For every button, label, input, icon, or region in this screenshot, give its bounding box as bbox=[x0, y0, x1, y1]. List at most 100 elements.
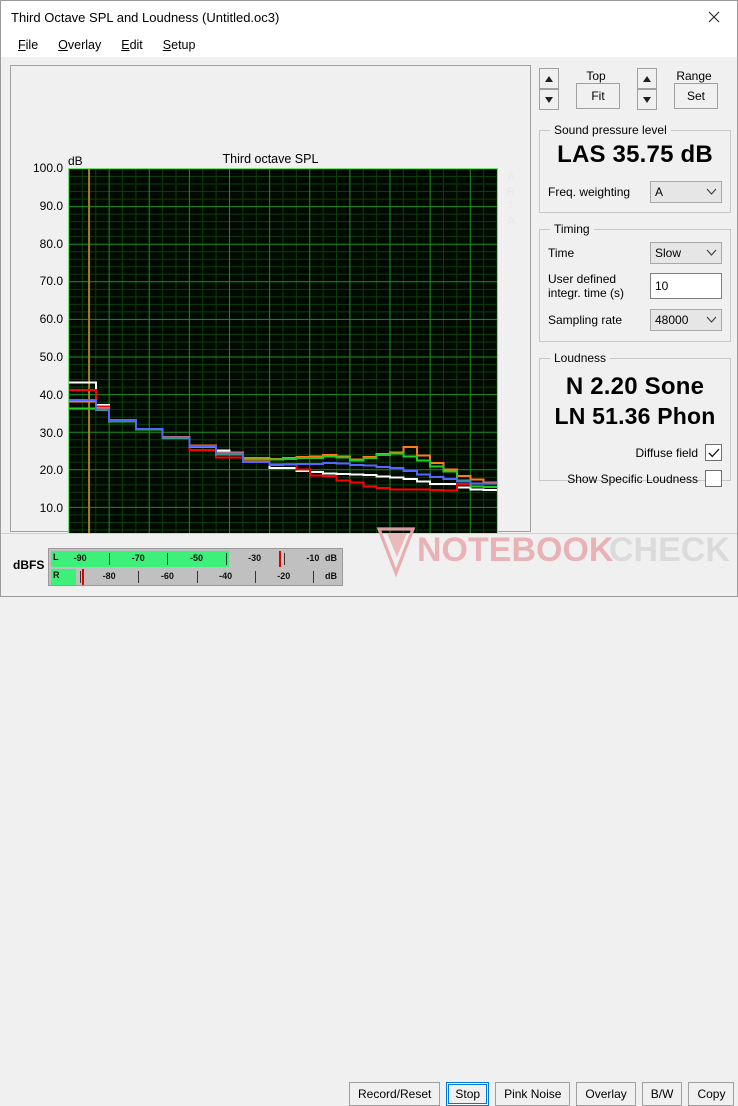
freq-weighting-row: Freq. weighting A bbox=[548, 181, 722, 203]
integration-time-row: User defined integr. time (s) 10 bbox=[548, 272, 722, 300]
sampling-rate-label: Sampling rate bbox=[548, 313, 623, 327]
y-axis-tick: 80.0 bbox=[39, 236, 63, 251]
right-controls-column: Top Fit Range Set Sound pressure level L… bbox=[539, 65, 731, 487]
fit-button[interactable]: Fit bbox=[576, 83, 620, 109]
menu-item-file[interactable]: File bbox=[9, 36, 47, 54]
integration-time-label-line2: integr. time (s) bbox=[548, 286, 625, 300]
triangle-down-icon[interactable] bbox=[539, 89, 559, 110]
menu-item-edit[interactable]: Edit bbox=[112, 36, 152, 54]
level-meter-right: R -80 -60 -40 -20 dB bbox=[51, 569, 340, 585]
y-axis-labels: 100.0 90.0 80.0 70.0 60.0 50.0 40.0 30.0 20.0 10.… bbox=[11, 66, 68, 553]
scale-controls: Top Fit Range Set bbox=[539, 67, 731, 113]
y-axis-tick: 100.0 bbox=[32, 161, 63, 175]
chevron-down-icon bbox=[706, 248, 717, 259]
set-button[interactable]: Set bbox=[674, 83, 718, 109]
arta-watermark: ARTA bbox=[507, 171, 515, 227]
level-meter-left-channel: L bbox=[53, 552, 59, 562]
freq-weighting-label: Freq. weighting bbox=[548, 185, 631, 199]
chart-title: Third octave SPL bbox=[222, 152, 319, 166]
sampling-rate-select[interactable]: 48000 bbox=[650, 309, 722, 331]
y-axis-tick: 70.0 bbox=[39, 274, 63, 289]
main-area: Third octave SPL dB 100.0 90.0 80.0 70.0 60.… bbox=[1, 57, 737, 584]
sampling-rate-value: 48000 bbox=[655, 313, 689, 327]
close-icon[interactable] bbox=[691, 1, 737, 32]
time-label: Time bbox=[548, 246, 575, 260]
y-axis-tick: 10.0 bbox=[39, 501, 63, 516]
title-bar: Third Octave SPL and Loudness (Untitled.… bbox=[1, 1, 737, 33]
meter-scale-label: -90 bbox=[73, 553, 87, 563]
menu-bar: File Overlay Edit Setup bbox=[1, 33, 737, 57]
y-axis-unit: dB bbox=[68, 154, 83, 168]
triangle-down-icon[interactable] bbox=[637, 89, 657, 110]
top-label: Top bbox=[586, 69, 606, 83]
time-value: Slow bbox=[655, 246, 682, 260]
spl-group: Sound pressure level LAS 35.75 dB Freq. … bbox=[539, 123, 731, 213]
meter-tick bbox=[167, 553, 169, 565]
chevron-down-icon bbox=[706, 187, 717, 198]
integration-time-value: 10 bbox=[655, 279, 669, 293]
overlay-button[interactable]: Overlay bbox=[576, 1082, 636, 1106]
meter-scale-label: -50 bbox=[189, 553, 204, 563]
menu-item-overlay[interactable]: Overlay bbox=[49, 36, 110, 54]
loudness-group-label: Loudness bbox=[554, 351, 607, 365]
loudness-sone-value: N 2.20 Sone bbox=[565, 373, 705, 400]
time-select[interactable]: Slow bbox=[650, 242, 722, 264]
y-axis-tick: 40.0 bbox=[39, 387, 63, 402]
diffuse-field-label: Diffuse field bbox=[635, 445, 698, 460]
meter-scale-label: -10 bbox=[306, 553, 320, 563]
peak-marker bbox=[81, 569, 84, 585]
triangle-up-icon[interactable] bbox=[637, 68, 657, 89]
transport-buttons: Record/Reset Stop Pink Noise Overlay B/W… bbox=[349, 1082, 735, 1106]
menu-label-file: ile bbox=[25, 38, 39, 52]
record-reset-button[interactable]: Record/Reset bbox=[349, 1082, 441, 1106]
bw-button[interactable]: B/W bbox=[641, 1082, 683, 1106]
specific-loudness-row: Show Specific Loudness bbox=[548, 470, 722, 487]
integration-time-label-line1: User defined bbox=[548, 272, 617, 286]
meter-tick bbox=[80, 571, 82, 583]
integration-time-label: User defined integr. time (s) bbox=[548, 272, 624, 300]
meter-scale-label: -60 bbox=[160, 571, 174, 581]
chevron-down-icon bbox=[706, 315, 717, 326]
meter-scale-label: -70 bbox=[131, 553, 145, 563]
meter-scale-label: -30 bbox=[248, 553, 262, 563]
menu-label-setup: etup bbox=[171, 38, 196, 52]
y-axis-tick: 20.0 bbox=[39, 463, 63, 478]
diffuse-field-checkbox[interactable] bbox=[705, 444, 722, 461]
meter-tick bbox=[225, 553, 227, 565]
specific-loudness-checkbox[interactable] bbox=[705, 470, 722, 487]
loudness-phon-value: LN 51.36 Phon bbox=[554, 403, 716, 429]
plot-area[interactable] bbox=[68, 168, 498, 546]
meter-scale-label: -40 bbox=[219, 571, 233, 581]
copy-button[interactable]: Copy bbox=[688, 1082, 735, 1106]
integration-time-input[interactable]: 10 bbox=[650, 273, 722, 299]
y-axis-tick: 50.0 bbox=[39, 350, 63, 364]
timing-group: Timing Time Slow User defined integr. ti… bbox=[539, 222, 731, 342]
spl-chart bbox=[69, 169, 497, 545]
time-row: Time Slow bbox=[548, 242, 722, 264]
timing-group-label: Timing bbox=[554, 222, 590, 236]
stop-button[interactable]: Stop bbox=[446, 1082, 490, 1106]
meter-unit: dB bbox=[325, 571, 337, 581]
y-axis-tick: 30.0 bbox=[39, 425, 63, 440]
meter-tick bbox=[283, 553, 285, 565]
triangle-up-icon[interactable] bbox=[539, 68, 559, 89]
graph-panel: Third octave SPL dB 100.0 90.0 80.0 70.0 60.… bbox=[10, 65, 531, 584]
peak-marker bbox=[279, 551, 282, 567]
pink-noise-button[interactable]: Pink Noise bbox=[495, 1082, 571, 1106]
range-control-group: Range Set bbox=[637, 67, 731, 110]
menu-label-overlay: verlay bbox=[67, 38, 102, 52]
y-axis-tick: 90.0 bbox=[39, 198, 63, 213]
top-control-group: Top Fit bbox=[539, 67, 633, 110]
menu-label-edit: dit bbox=[129, 38, 143, 52]
menu-item-setup[interactable]: Setup bbox=[154, 36, 205, 54]
bottom-bar: dBFS L -90 -70 -50 -30 -10 dB R -80 -60 -40 -20 d… bbox=[1, 533, 737, 1106]
top-spinner bbox=[539, 68, 559, 110]
meter-scale-label: -80 bbox=[102, 571, 116, 581]
meter-scale-label: -20 bbox=[277, 571, 291, 581]
loudness-group: Loudness N 2.20 Sone LN 51.36 Phon Diffu… bbox=[539, 351, 731, 487]
freq-weighting-select[interactable]: A bbox=[650, 181, 722, 203]
window-title: Third Octave SPL and Loudness (Untitled.… bbox=[11, 9, 280, 25]
meter-unit: dB bbox=[325, 553, 337, 563]
dbfs-label: dBFS bbox=[13, 558, 45, 572]
meter-tick bbox=[254, 571, 256, 583]
